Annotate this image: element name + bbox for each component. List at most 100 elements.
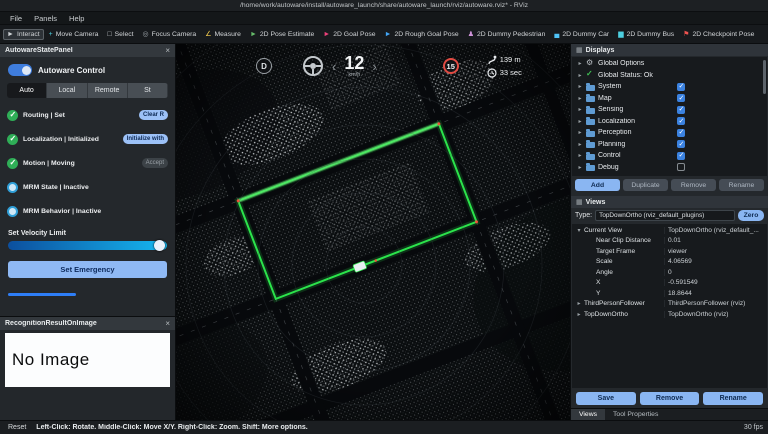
property-value[interactable]: 4.06569 <box>664 258 767 266</box>
view-property-row[interactable]: X -0.591549 <box>572 278 767 289</box>
displays-action-button[interactable]: Remove <box>671 179 716 191</box>
autoware-control-toggle[interactable] <box>8 64 32 76</box>
titlebar[interactable]: /home/work/autoware/install/autoware_lau… <box>0 0 768 12</box>
tool-button[interactable]: ◎ Focus Camera <box>139 29 201 40</box>
status-action-button[interactable]: Clear R <box>138 110 168 120</box>
view-property-row[interactable]: Target Frame viewer <box>572 246 767 257</box>
property-value[interactable]: 18.8644 <box>664 289 767 297</box>
velocity-limit-slider[interactable] <box>8 240 167 251</box>
display-enabled-checkbox[interactable] <box>677 105 685 114</box>
state-panel-header: AutowareStatePanel × <box>0 44 175 57</box>
panel-tab[interactable]: Tool Properties <box>605 409 666 420</box>
display-enabled-checkbox[interactable] <box>677 94 685 103</box>
expander-icon[interactable]: ▸ <box>576 311 582 318</box>
panel-scrollbar[interactable] <box>8 293 76 296</box>
menu-item[interactable]: Panels <box>28 14 63 23</box>
expander-icon[interactable]: ▸ <box>577 95 583 102</box>
expander-icon[interactable]: ▸ <box>577 83 583 90</box>
property-value[interactable]: TopDownOrtho (rviz) <box>664 310 767 318</box>
status-row: Localization | Initialized Initialize wi… <box>0 127 175 151</box>
view-property-row[interactable]: Near Clip Distance 0.01 <box>572 236 767 247</box>
tool-icon: ∠ <box>205 30 212 38</box>
slider-handle[interactable] <box>154 240 165 251</box>
mode-tab[interactable]: Local <box>47 83 88 98</box>
tool-button[interactable]: ► 2D Goal Pose <box>319 29 379 40</box>
views-action-button[interactable]: Save <box>576 392 636 405</box>
property-value[interactable]: -0.591549 <box>664 279 767 287</box>
displays-action-button[interactable]: Duplicate <box>623 179 668 191</box>
expander-icon[interactable]: ▸ <box>577 129 583 136</box>
display-tree-row[interactable]: ▸ System <box>572 81 767 93</box>
expander-icon[interactable]: ▸ <box>577 60 583 67</box>
property-name: Target Frame <box>596 247 636 255</box>
tool-button[interactable]: ► 2D Pose Estimate <box>246 29 318 40</box>
view-property-row[interactable]: ▾ Current View TopDownOrtho (rviz_defaul… <box>572 225 767 236</box>
property-value[interactable]: 0 <box>664 268 767 276</box>
mode-tab[interactable]: St <box>127 83 168 98</box>
property-value[interactable]: viewer <box>664 247 767 255</box>
status-action-button[interactable]: Initialize with <box>122 134 168 144</box>
display-tree-row[interactable]: ▸ Global Status: Ok <box>572 69 767 82</box>
tool-button[interactable]: ▄ 2D Dummy Car <box>550 29 613 40</box>
expander-icon[interactable]: ▾ <box>576 227 582 234</box>
tool-button[interactable]: + Move Camera <box>45 29 103 40</box>
expander-icon[interactable]: ▸ <box>577 106 583 113</box>
property-value[interactable]: TopDownOrtho (rviz_default_... <box>664 226 767 234</box>
chevron-right-icon[interactable]: › <box>372 60 376 73</box>
set-emergency-button[interactable]: Set Emergency <box>8 261 167 278</box>
property-value[interactable]: ThirdPersonFollower (rviz) <box>664 300 767 308</box>
close-icon[interactable]: × <box>165 319 170 328</box>
displays-action-button[interactable]: Add <box>575 179 620 191</box>
display-tree-row[interactable]: ▸ Map <box>572 93 767 105</box>
view-property-row[interactable]: Y 18.8644 <box>572 288 767 299</box>
display-enabled-checkbox[interactable] <box>677 151 685 160</box>
panel-tab[interactable]: Views <box>571 409 606 420</box>
display-enabled-checkbox[interactable] <box>677 163 685 172</box>
display-enabled-checkbox[interactable] <box>677 117 685 126</box>
view-type-dropdown[interactable]: TopDownOrtho (rviz_default_plugins) <box>595 210 735 221</box>
display-tree-row[interactable]: ▸ Sensing <box>572 104 767 116</box>
view-property-row[interactable]: Angle 0 <box>572 267 767 278</box>
display-tree-row[interactable]: ▸ Planning <box>572 139 767 151</box>
tool-button[interactable]: □ Select <box>103 29 137 40</box>
expander-icon[interactable]: ▸ <box>577 118 583 125</box>
3d-viewport[interactable]: D ‹ 12 km/h › 15 139 m 33 sec <box>176 44 570 420</box>
tool-label: 2D Dummy Pedestrian <box>477 30 546 38</box>
views-action-button[interactable]: Rename <box>703 392 764 405</box>
expander-icon[interactable]: ▸ <box>576 300 582 307</box>
expander-icon[interactable]: ▸ <box>577 141 583 148</box>
reset-button[interactable]: Reset <box>5 424 29 431</box>
display-enabled-checkbox[interactable] <box>677 128 685 137</box>
tool-button[interactable]: ∠ Measure <box>201 29 245 40</box>
display-tree-row[interactable]: ▸ Perception <box>572 127 767 139</box>
display-tree-row[interactable]: ▸ Control <box>572 150 767 162</box>
tool-button[interactable]: ⚑ 2D Checkpoint Pose <box>679 29 758 40</box>
display-enabled-checkbox[interactable] <box>677 82 685 91</box>
display-tree-row[interactable]: ▸ Global Options <box>572 58 767 70</box>
view-property-row[interactable]: Scale 4.06569 <box>572 257 767 268</box>
menu-item[interactable]: File <box>4 14 28 23</box>
display-tree-row[interactable]: ▸ Localization <box>572 116 767 128</box>
tool-button[interactable]: ► Interact <box>3 28 44 40</box>
zero-button[interactable]: Zero <box>738 210 764 221</box>
view-property-row[interactable]: ▸ ThirdPersonFollower ThirdPersonFollowe… <box>572 299 767 310</box>
display-enabled-checkbox[interactable] <box>677 140 685 149</box>
menu-item[interactable]: Help <box>63 14 90 23</box>
expander-icon[interactable]: ▸ <box>577 152 583 159</box>
expander-icon[interactable]: ▸ <box>577 72 583 79</box>
close-icon[interactable]: × <box>165 46 170 55</box>
scrollbar-thumb[interactable] <box>763 60 766 94</box>
displays-action-button[interactable]: Rename <box>719 179 764 191</box>
expander-icon[interactable]: ▸ <box>577 164 583 171</box>
status-action-button[interactable]: Accept <box>141 158 168 168</box>
chevron-left-icon[interactable]: ‹ <box>332 60 336 73</box>
tool-button[interactable]: ► 2D Rough Goal Pose <box>381 29 463 40</box>
views-action-button[interactable]: Remove <box>639 392 700 405</box>
tool-button[interactable]: ▆ 2D Dummy Bus <box>614 29 678 40</box>
mode-tab[interactable]: Remote <box>87 83 128 98</box>
display-tree-row[interactable]: ▸ Debug <box>572 162 767 174</box>
mode-tab[interactable]: Auto <box>7 83 48 98</box>
property-value[interactable]: 0.01 <box>664 237 767 245</box>
tool-button[interactable]: ♟ 2D Dummy Pedestrian <box>464 29 550 40</box>
view-property-row[interactable]: ▸ TopDownOrtho TopDownOrtho (rviz) <box>572 309 767 320</box>
